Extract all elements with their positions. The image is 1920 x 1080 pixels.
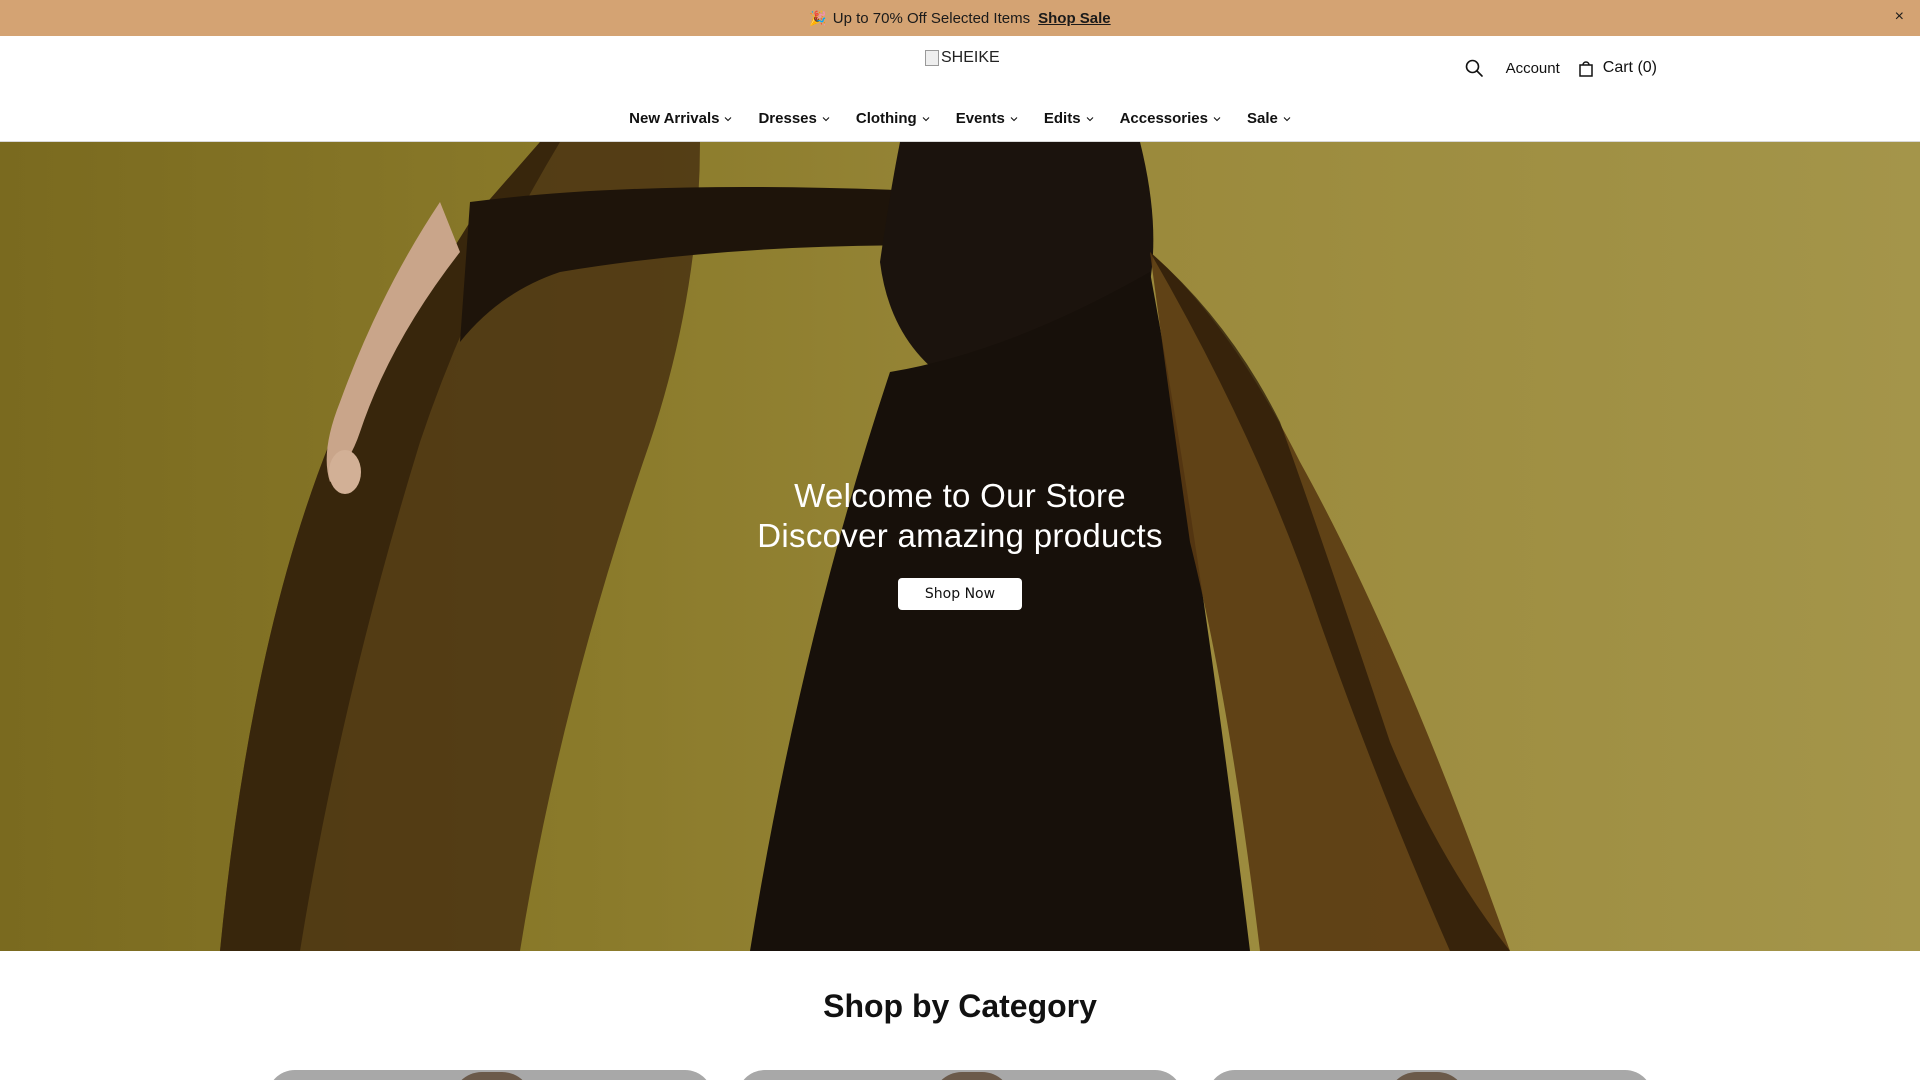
chevron-down-icon <box>1010 116 1018 121</box>
nav-item-clothing[interactable]: Clothing <box>856 110 930 127</box>
category-image <box>452 1072 532 1080</box>
close-icon[interactable]: × <box>1895 8 1904 26</box>
chevron-down-icon <box>1086 116 1093 121</box>
hero-content: Welcome to Our Store Discover amazing pr… <box>0 476 1920 610</box>
category-heading: Shop by Category <box>823 988 1097 1024</box>
chevron-down-icon <box>1213 116 1221 121</box>
nav-label: Accessories <box>1119 110 1208 127</box>
nav-item-edits[interactable]: Edits <box>1044 110 1094 127</box>
nav-label: New Arrivals <box>629 110 720 127</box>
category-card[interactable] <box>737 1070 1183 1080</box>
announcement-text: Up to 70% Off Selected Items <box>832 9 1031 27</box>
nav-label: Clothing <box>855 110 917 127</box>
hero-subtitle: Discover amazing products <box>757 517 1163 554</box>
hero-banner: Welcome to Our Store Discover amazing pr… <box>0 142 1920 951</box>
cart-label: Cart (0) <box>1602 59 1657 76</box>
cart-icon <box>1578 59 1594 77</box>
nav-label: Sale <box>1246 110 1278 127</box>
category-card[interactable] <box>1207 1070 1653 1080</box>
chevron-down-icon <box>822 116 830 121</box>
shop-now-button[interactable]: Shop Now <box>897 578 1023 610</box>
account-link[interactable]: Account <box>1506 60 1560 77</box>
chevron-down-icon <box>725 116 732 121</box>
category-image <box>1387 1072 1467 1080</box>
nav-item-dresses[interactable]: Dresses <box>758 110 830 127</box>
nav-item-events[interactable]: Events <box>956 110 1018 127</box>
nav-item-new-arrivals[interactable]: New Arrivals <box>629 110 732 127</box>
nav-label: Events <box>955 110 1005 127</box>
main-nav: New Arrivals Dresses Clothing Events Edi… <box>0 110 1920 127</box>
cart-button[interactable]: Cart (0) <box>1578 59 1657 77</box>
broken-image-icon <box>925 50 939 66</box>
category-image <box>932 1072 1012 1080</box>
announcement-bar: 🎉 Up to 70% Off Selected Items Shop Sale… <box>0 0 1920 36</box>
site-header: SHEIKE Account Cart (0) New Arrivals Dre… <box>0 36 1920 142</box>
logo-alt-text: SHEIKE <box>941 49 1000 66</box>
logo[interactable]: SHEIKE <box>925 49 1000 67</box>
chevron-down-icon <box>1283 116 1291 121</box>
nav-label: Dresses <box>758 110 817 127</box>
category-card[interactable] <box>267 1070 713 1080</box>
party-icon: 🎉 <box>809 9 827 26</box>
shop-sale-link[interactable]: Shop Sale <box>1038 10 1111 27</box>
nav-item-sale[interactable]: Sale <box>1247 110 1291 127</box>
header-utilities: Account Cart (0) <box>1464 58 1657 78</box>
chevron-down-icon <box>922 116 930 121</box>
hero-title: Welcome to Our Store <box>794 477 1126 514</box>
nav-item-accessories[interactable]: Accessories <box>1120 110 1221 127</box>
nav-label: Edits <box>1043 110 1081 127</box>
search-icon[interactable] <box>1464 58 1484 78</box>
